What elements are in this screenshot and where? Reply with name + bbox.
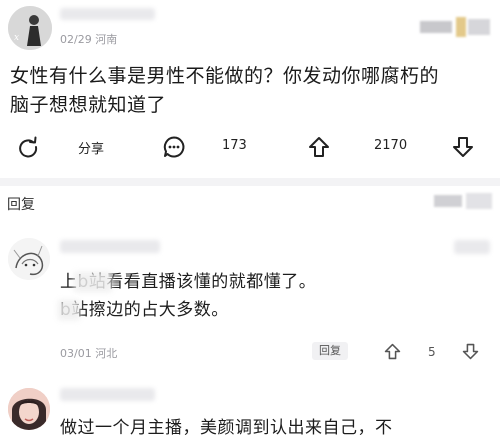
share-icon[interactable]: [17, 136, 39, 158]
upvote-icon[interactable]: [384, 343, 401, 360]
comment-vote-count: 5: [428, 345, 436, 359]
post-author-avatar[interactable]: x: [8, 6, 52, 50]
comment-meta: 03/01 河北: [60, 347, 118, 360]
downvote-icon[interactable]: [452, 136, 474, 158]
reply-button[interactable]: 回复: [312, 342, 348, 360]
replies-header-redacted: [434, 193, 494, 209]
comment-text-line-1: 做过一个月主播，美颜调到认出来自己，不: [60, 418, 393, 438]
downvote-icon[interactable]: [462, 343, 479, 360]
replies-section-label: 回复: [7, 197, 35, 213]
comment-text-line-2: b站擦边的占大多数。: [60, 300, 229, 320]
post-action-bar: 分享 173 2170: [0, 128, 500, 168]
comment-text-redaction: [74, 272, 112, 292]
upvote-icon[interactable]: [308, 136, 330, 158]
comment-avatar[interactable]: [8, 238, 50, 280]
post-text-line-1: 女性有什么事是男性不能做的？你发动你哪腐朽的: [10, 65, 440, 87]
upvote-count: 2170: [374, 138, 408, 153]
comment-text-redaction: [58, 300, 80, 320]
comment-icon[interactable]: [162, 135, 186, 159]
comment-badge-redacted: [454, 240, 490, 254]
post-header-redacted: [420, 17, 492, 37]
comment-author-name-redacted: [60, 388, 155, 401]
comment-avatar[interactable]: [8, 388, 50, 430]
post-meta: 02/29 河南: [60, 33, 118, 46]
post-author-name-redacted: [60, 8, 155, 20]
share-button[interactable]: 分享: [78, 138, 104, 157]
post-text: 女性有什么事是男性不能做的？你发动你哪腐朽的 脑子想想就知道了: [10, 62, 495, 120]
comment-author-name-redacted: [60, 240, 160, 253]
section-divider: [0, 178, 500, 186]
post-text-line-2: 脑子想想就知道了: [10, 94, 167, 116]
svg-text:x: x: [14, 33, 19, 43]
comment-count: 173: [222, 138, 247, 153]
